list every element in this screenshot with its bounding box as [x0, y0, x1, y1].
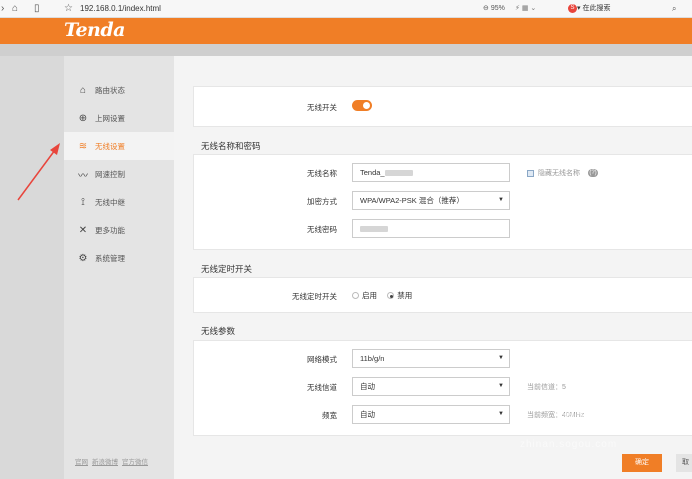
annotation-arrow-icon — [17, 143, 60, 201]
